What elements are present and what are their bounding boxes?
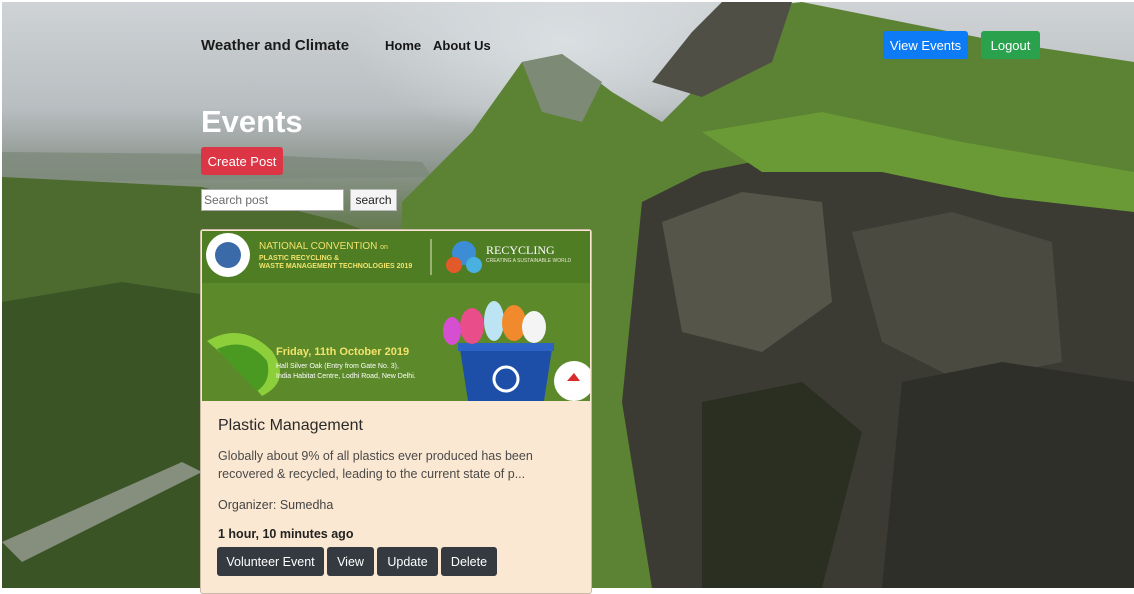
banner-heading-line1: NATIONAL CONVENTION on [259,241,388,252]
view-events-button[interactable]: View Events [883,31,968,59]
banner-heading-line3: WASTE MANAGEMENT TECHNOLOGIES 2019 [259,263,413,270]
banner-venue-line2: India Habitat Centre, Lodhi Road, New De… [276,373,416,380]
nav-link-about-us[interactable]: About Us [433,38,491,53]
create-post-button[interactable]: Create Post [201,147,283,175]
event-banner-image: NATIONAL CONVENTION on PLASTIC RECYCLING… [202,231,590,401]
delete-event-button[interactable]: Delete [441,547,497,576]
banner-heading-line2: PLASTIC RECYCLING & [259,255,340,262]
banner-brand: RECYCLING [486,243,555,257]
brand-title[interactable]: Weather and Climate [201,37,349,54]
search-input[interactable] [201,189,344,211]
banner-date: Friday, 11th October 2019 [276,346,410,358]
event-title: Plastic Management [218,417,363,434]
update-event-button[interactable]: Update [377,547,438,576]
event-description: Globally about 9% of all plastics ever p… [218,449,533,481]
banner-brand-tagline: CREATING A SUSTAINABLE WORLD [486,258,572,264]
banner-venue-line1: Hall Silver Oak (Entry from Gate No. 3), [276,363,399,370]
event-card: NATIONAL CONVENTION on PLASTIC RECYCLING… [200,229,592,594]
search-button[interactable]: search [350,189,397,211]
volunteer-event-button[interactable]: Volunteer Event [217,547,324,576]
logout-button[interactable]: Logout [981,31,1040,59]
nav-link-home[interactable]: Home [385,38,421,53]
event-organizer: Organizer: Sumedha [218,498,334,512]
view-event-button[interactable]: View [327,547,374,576]
event-timestamp: 1 hour, 10 minutes ago [218,527,354,541]
page-title: Events [201,104,303,139]
